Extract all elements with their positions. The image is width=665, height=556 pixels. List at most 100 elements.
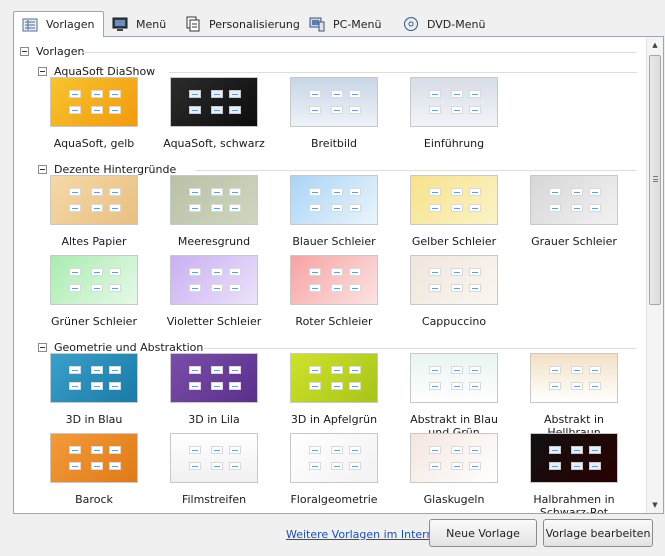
collapse-icon[interactable] [38, 343, 47, 352]
tree-root[interactable]: Vorlagen [20, 45, 84, 58]
template-item[interactable]: AquaSoft, gelb [39, 77, 149, 150]
template-label: Floralgeometrie [290, 493, 378, 506]
vertical-scrollbar[interactable]: ▲ ▼ [646, 37, 663, 513]
template-item[interactable]: Altes Papier [39, 175, 149, 248]
templates-list[interactable]: Vorlagen AquaSoft DiaShow AquaSoft, gelb… [14, 37, 646, 513]
template-item[interactable]: AquaSoft, schwarz [159, 77, 269, 150]
thumbnail-tile [189, 382, 201, 390]
tab-dvd-menu[interactable]: DVD-Menü [395, 12, 493, 36]
template-item[interactable]: Grauer Schleier [519, 175, 629, 248]
thumbnail-tile [309, 382, 321, 390]
thumbnail-tile [91, 204, 103, 212]
template-item[interactable]: Glaskugeln [399, 433, 509, 506]
grip-icon [653, 176, 658, 182]
thumbnail-tile [189, 106, 201, 114]
thumbnail-tile [549, 204, 561, 212]
template-thumbnail [290, 353, 378, 403]
thumbnail-tile [469, 106, 481, 114]
template-thumbnail [50, 255, 138, 305]
edit-template-button[interactable]: Vorlage bearbeiten [543, 519, 653, 547]
template-thumbnail [170, 77, 258, 127]
template-item[interactable]: Filmstreifen [159, 433, 269, 506]
tab-personalisierung[interactable]: Personalisierung [177, 12, 301, 36]
thumbnail-tile [589, 462, 601, 470]
thumbnail-tile [589, 382, 601, 390]
template-item[interactable]: Roter Schleier [279, 255, 389, 328]
tab-vorlagen[interactable]: Vorlagen [13, 11, 104, 37]
tab-label: DVD-Menü [427, 17, 486, 31]
template-item[interactable]: Cappuccino [399, 255, 509, 328]
thumbnail-tile [211, 284, 223, 292]
thumbnail-tile [429, 204, 441, 212]
template-item[interactable]: Abstrakt in Blau und Grün [399, 353, 509, 439]
tab-label: PC-Menü [333, 17, 382, 31]
thumbnail-tile [211, 188, 223, 196]
thumbnail-tile [349, 204, 361, 212]
template-item[interactable]: 3D in Blau [39, 353, 149, 426]
tab-menu[interactable]: Menü [104, 12, 177, 36]
template-item[interactable]: Abstrakt in Hellbraun [519, 353, 629, 439]
thumbnail-tile [69, 382, 81, 390]
thumbnail-tile [549, 382, 561, 390]
template-label: Blauer Schleier [292, 235, 376, 248]
thumbnail-tile [69, 446, 81, 454]
thumbnail-tile [331, 462, 343, 470]
collapse-icon[interactable] [38, 165, 47, 174]
thumbnail-tile [451, 268, 463, 276]
thumbnail-tile [349, 268, 361, 276]
collapse-icon[interactable] [38, 67, 47, 76]
thumbnail-tile [211, 462, 223, 470]
thumbnail-tile [229, 284, 241, 292]
template-item[interactable]: Violetter Schleier [159, 255, 269, 328]
template-label: Altes Papier [61, 235, 127, 248]
thumbnail-tile [309, 204, 321, 212]
thumbnail-tile [69, 284, 81, 292]
template-label: Gelber Schleier [411, 235, 497, 248]
thumbnail-tile [69, 268, 81, 276]
tab-pc-menu[interactable]: PC-Menü [301, 12, 395, 36]
more-templates-link[interactable]: Weitere Vorlagen im Internet [286, 528, 445, 541]
thumbnail-tile [589, 204, 601, 212]
template-thumbnail [50, 353, 138, 403]
template-thumbnail [410, 353, 498, 403]
scroll-up-icon[interactable]: ▲ [647, 37, 663, 53]
template-item[interactable]: Meeresgrund [159, 175, 269, 248]
template-thumbnail [290, 175, 378, 225]
thumbnail-tile [349, 462, 361, 470]
template-item[interactable]: 3D in Lila [159, 353, 269, 426]
thumbnail-tile [109, 90, 121, 98]
template-label: Halbrahmen in Schwarz-Rot [533, 493, 615, 513]
thumbnail-tile [549, 462, 561, 470]
thumbnail-tile [211, 382, 223, 390]
thumbnail-tile [229, 462, 241, 470]
scroll-thumb[interactable] [649, 55, 661, 305]
template-item[interactable]: Grüner Schleier [39, 255, 149, 328]
template-item[interactable]: Blauer Schleier [279, 175, 389, 248]
thumbnail-tile [451, 382, 463, 390]
template-thumbnail [50, 433, 138, 483]
new-template-button[interactable]: Neue Vorlage [429, 519, 537, 547]
template-item[interactable]: Einführung [399, 77, 509, 150]
thumbnail-tile [229, 188, 241, 196]
template-item[interactable]: Floralgeometrie [279, 433, 389, 506]
template-thumbnail [530, 433, 618, 483]
thumbnail-tile [429, 106, 441, 114]
thumbnail-tile [331, 106, 343, 114]
thumbnail-tile [589, 446, 601, 454]
template-item[interactable]: Breitbild [279, 77, 389, 150]
template-label: Cappuccino [421, 315, 487, 328]
thumbnail-tile [451, 462, 463, 470]
thumbnail-tile [229, 204, 241, 212]
collapse-icon[interactable] [20, 47, 29, 56]
template-item[interactable]: Halbrahmen in Schwarz-Rot [519, 433, 629, 513]
dvd-icon [403, 16, 419, 32]
template-thumbnail [410, 175, 498, 225]
scroll-down-icon[interactable]: ▼ [647, 497, 663, 513]
template-item[interactable]: Gelber Schleier [399, 175, 509, 248]
thumbnail-tile [469, 462, 481, 470]
template-item[interactable]: 3D in Apfelgrün [279, 353, 389, 426]
thumbnail-tile [91, 446, 103, 454]
template-item[interactable]: Barock [39, 433, 149, 506]
thumbnail-tile [211, 268, 223, 276]
template-label: AquaSoft, schwarz [163, 137, 265, 150]
